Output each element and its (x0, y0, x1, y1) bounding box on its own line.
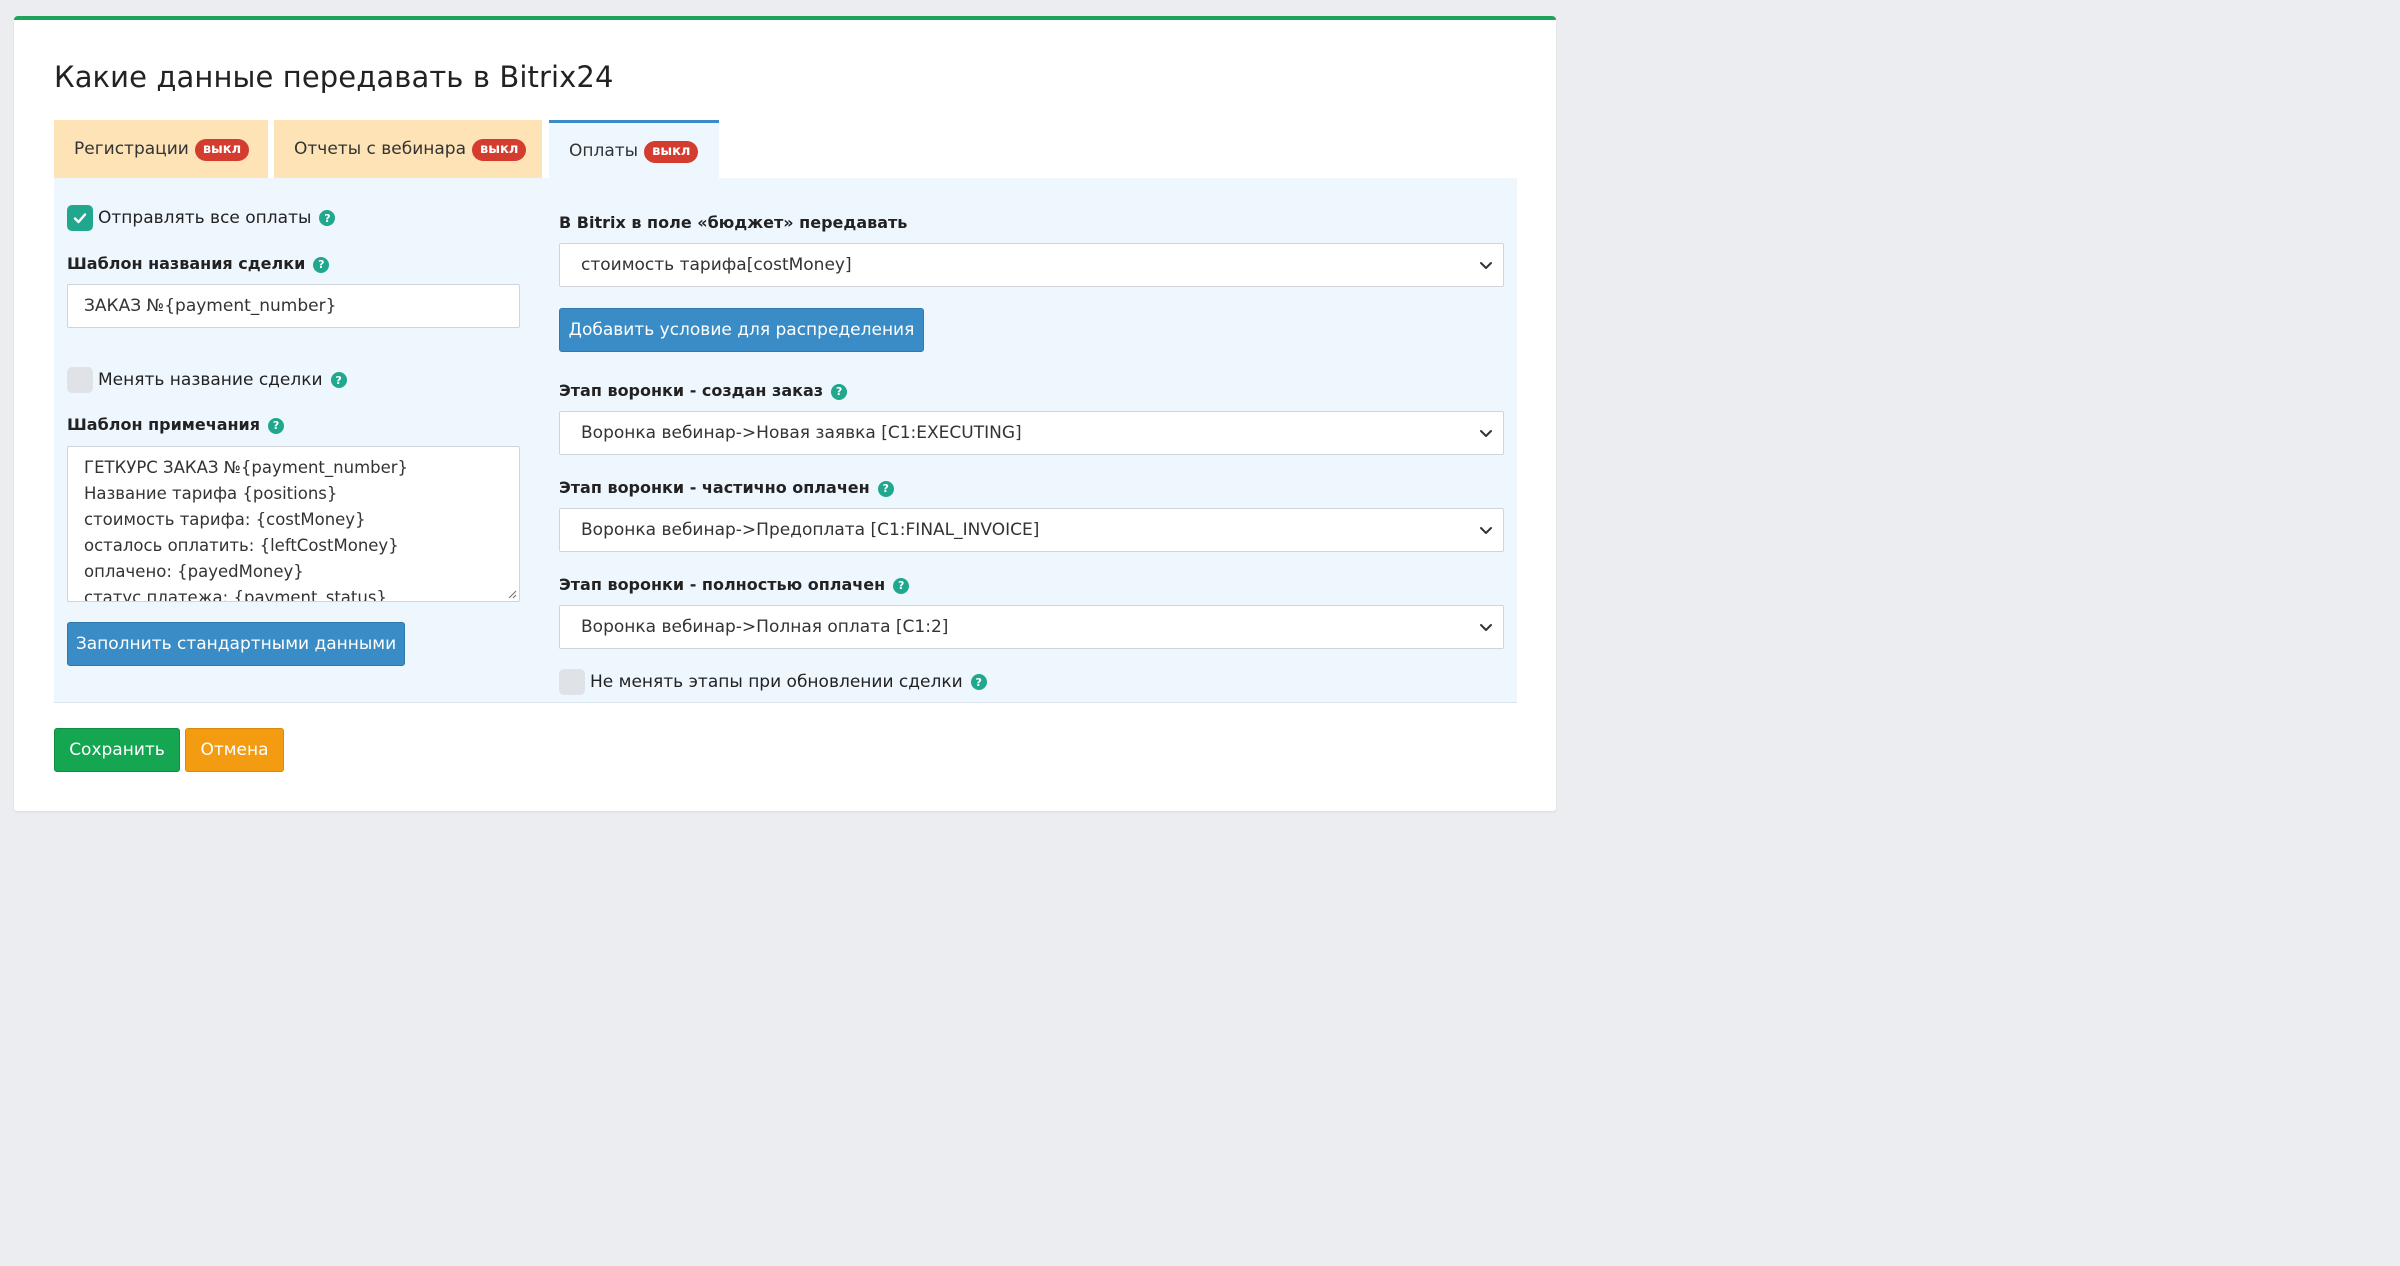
chevron-down-icon (1480, 262, 1492, 269)
settings-panel: Какие данные передавать в Bitrix24 Регис… (14, 16, 1556, 811)
change-deal-name-checkbox[interactable] (67, 367, 93, 393)
input-value: ЗАКАЗ №{payment_number} (84, 296, 337, 316)
tab-label: Отчеты с вебинара (294, 139, 467, 159)
tab-label: Оплаты (569, 140, 639, 161)
textarea-line: статус платежа: {payment_status} (84, 588, 387, 602)
keep-stages-checkbox[interactable] (559, 669, 585, 695)
fill-default-button[interactable]: Заполнить стандартными данными (67, 622, 405, 666)
help-icon[interactable]: ? (268, 417, 285, 434)
deal-name-template-label: Шаблон названия сделки? (67, 254, 330, 273)
stage-full-select[interactable]: Воронка вебинар->Полная оплата [C1:2] (559, 605, 1504, 649)
stage-created-select[interactable]: Воронка вебинар->Новая заявка [C1:EXECUT… (559, 411, 1504, 455)
deal-name-template-input[interactable]: ЗАКАЗ №{payment_number} (67, 284, 520, 328)
label-text: Этап воронки - частично оплачен (559, 478, 870, 497)
help-icon[interactable]: ? (319, 210, 336, 226)
help-icon[interactable]: ? (330, 372, 347, 388)
textarea-line: стоимость тарифа: {costMoney} (84, 510, 366, 529)
help-icon[interactable]: ? (893, 577, 910, 594)
tab-content: Отправлять все оплаты ? Шаблон названия … (54, 178, 1517, 703)
change-deal-name-label: Менять название сделки (98, 370, 323, 390)
note-template-label: Шаблон примечания? (67, 415, 285, 434)
label-text: Этап воронки - создан заказ (559, 381, 824, 400)
keep-stages-row: Не менять этапы при обновлении сделки ? (559, 669, 987, 695)
help-icon[interactable]: ? (877, 480, 894, 497)
stage-partial-label: Этап воронки - частично оплачен? (559, 478, 894, 497)
change-deal-name-row: Менять название сделки ? (67, 367, 347, 393)
tab-payments[interactable]: Оплаты выкл (549, 120, 719, 178)
tab-label: Регистрации (74, 139, 189, 159)
send-all-label: Отправлять все оплаты (98, 208, 312, 228)
textarea-line: осталось оплатить: {leftCostMoney} (84, 536, 399, 555)
textarea-line: Название тарифа {positions} (84, 484, 338, 503)
send-all-row: Отправлять все оплаты ? (67, 205, 336, 231)
textarea-line: ГЕТКУРС ЗАКАЗ №{payment_number} (84, 458, 409, 477)
page-title: Какие данные передавать в Bitrix24 (54, 60, 614, 94)
label-text: Шаблон примечания (67, 415, 261, 434)
resize-handle-icon[interactable] (507, 589, 517, 599)
check-icon (73, 213, 87, 224)
stage-full-label: Этап воронки - полностью оплачен? (559, 575, 910, 594)
textarea-line: оплачено: {payedMoney} (84, 562, 304, 581)
status-badge: выкл (472, 139, 527, 161)
budget-select[interactable]: стоимость тарифа[costMoney] (559, 243, 1504, 287)
add-condition-button[interactable]: Добавить условие для распределения (559, 308, 924, 352)
status-badge: выкл (644, 140, 699, 163)
help-icon[interactable]: ? (970, 674, 987, 690)
stage-created-label: Этап воронки - создан заказ? (559, 381, 848, 400)
select-value: Воронка вебинар->Предоплата [C1:FINAL_IN… (581, 520, 1040, 540)
save-button[interactable]: Сохранить (54, 728, 180, 772)
tab-webinar-reports[interactable]: Отчеты с вебинара выкл (274, 120, 542, 178)
keep-stages-label: Не менять этапы при обновлении сделки (590, 672, 963, 692)
chevron-down-icon (1480, 527, 1492, 534)
stage-partial-select[interactable]: Воронка вебинар->Предоплата [C1:FINAL_IN… (559, 508, 1504, 552)
budget-label: В Bitrix в поле «бюджет» передавать (559, 213, 908, 232)
help-icon[interactable]: ? (313, 256, 330, 273)
select-value: Воронка вебинар->Новая заявка [C1:EXECUT… (581, 423, 1022, 443)
send-all-checkbox[interactable] (67, 205, 93, 231)
tab-registrations[interactable]: Регистрации выкл (54, 120, 268, 178)
label-text: Этап воронки - полностью оплачен (559, 575, 886, 594)
cancel-button[interactable]: Отмена (185, 728, 284, 772)
select-value: стоимость тарифа[costMoney] (581, 255, 852, 275)
select-value: Воронка вебинар->Полная оплата [C1:2] (581, 617, 949, 637)
label-text: Шаблон названия сделки (67, 254, 306, 273)
help-icon[interactable]: ? (831, 383, 848, 400)
chevron-down-icon (1480, 430, 1492, 437)
tab-bar: Регистрации выкл Отчеты с вебинара выкл … (54, 120, 1517, 178)
status-badge: выкл (194, 139, 250, 161)
chevron-down-icon (1480, 624, 1492, 631)
note-template-textarea[interactable]: ГЕТКУРС ЗАКАЗ №{payment_number} Название… (67, 446, 520, 602)
